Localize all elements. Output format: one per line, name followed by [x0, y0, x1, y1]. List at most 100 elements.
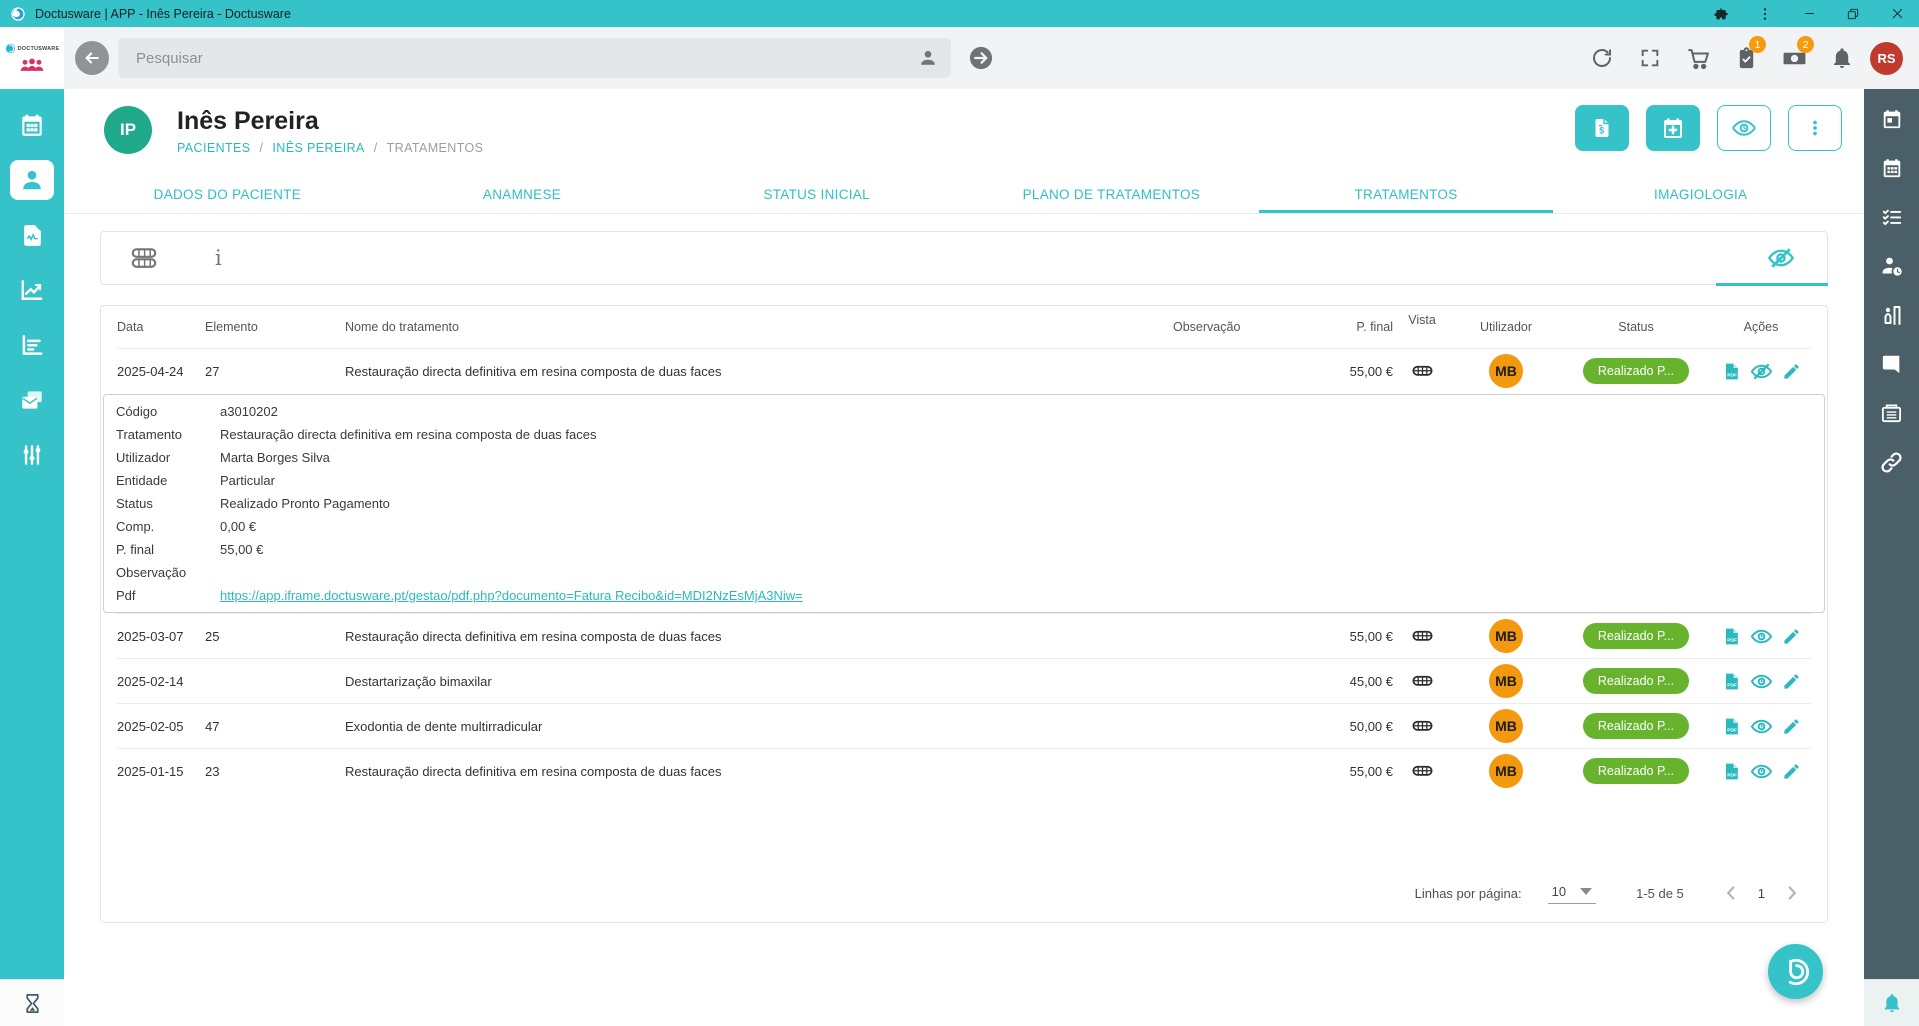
back-button[interactable]	[75, 41, 109, 75]
sidebar-item-tasks[interactable]	[1874, 205, 1910, 229]
edit-pencil-icon[interactable]	[1782, 717, 1801, 736]
detail-field-label: Entidade	[116, 473, 220, 488]
tab-dados-do-paciente[interactable]: DADOS DO PACIENTE	[80, 178, 375, 213]
tab-status-inicial[interactable]: STATUS INICIAL	[669, 178, 964, 213]
more-options-button[interactable]	[1788, 105, 1842, 151]
edit-pencil-icon[interactable]	[1782, 762, 1801, 781]
cash-icon[interactable]: 2	[1774, 38, 1814, 78]
kiosk-icon	[1880, 303, 1904, 327]
search-input[interactable]	[118, 50, 951, 67]
view-icon[interactable]	[1750, 625, 1773, 648]
cart-icon[interactable]	[1678, 38, 1718, 78]
line-chart-icon	[19, 277, 45, 303]
add-appointment-button[interactable]	[1646, 105, 1700, 151]
rows-per-page-select[interactable]: 10	[1548, 882, 1596, 904]
user-badge: MB	[1489, 354, 1523, 388]
table-row[interactable]: 2025-03-07 25 Restauração directa defini…	[117, 613, 1811, 658]
sidebar-item-messages[interactable]	[10, 380, 54, 420]
vista-cell[interactable]	[1393, 625, 1451, 648]
breadcrumb-patient-name[interactable]: INÊS PEREIRA	[272, 141, 364, 155]
pagination-range: 1-5 de 5	[1636, 886, 1684, 901]
vista-cell[interactable]	[1393, 760, 1451, 783]
tab-plano-de-tratamentos[interactable]: PLANO DE TRATAMENTOS	[964, 178, 1259, 213]
brand-name: DOCTUSWARE	[18, 46, 60, 52]
previous-page-icon[interactable]	[1720, 882, 1742, 904]
table-row[interactable]: 2025-02-14 Destartarização bimaxilar 45,…	[117, 658, 1811, 703]
pdf-icon[interactable]: PDF	[1722, 717, 1741, 736]
watch-button[interactable]	[1717, 105, 1771, 151]
next-page-icon[interactable]	[1781, 882, 1803, 904]
close-button[interactable]	[1875, 0, 1919, 27]
status-badge: Realizado P...	[1583, 358, 1689, 384]
clipboard-check-icon[interactable]: 1	[1726, 38, 1766, 78]
pdf-link[interactable]: https://app.iframe.doctusware.pt/gestao/…	[220, 588, 803, 603]
pdf-icon[interactable]: PDF	[1722, 672, 1741, 691]
fullscreen-icon[interactable]	[1630, 38, 1670, 78]
col-observacao: Observação	[1173, 320, 1293, 334]
table-header: Data Elemento Nome do tratamento Observa…	[117, 306, 1811, 348]
hourglass-icon[interactable]	[21, 992, 44, 1015]
sidebar-item-fax[interactable]	[1874, 401, 1910, 425]
sidebar-item-day-schedule[interactable]	[1874, 107, 1910, 131]
calendar-plus-icon	[1661, 116, 1685, 140]
edit-pencil-icon[interactable]	[1782, 627, 1801, 646]
notifications-bell-icon[interactable]	[1881, 992, 1903, 1014]
edit-pencil-icon[interactable]	[1782, 362, 1801, 381]
sidebar-item-chat[interactable]	[1874, 352, 1910, 376]
detail-field-label: P. final	[116, 542, 220, 557]
doctusware-logo-icon	[1779, 955, 1813, 989]
restore-button[interactable]	[1831, 0, 1875, 27]
user-avatar[interactable]: RS	[1870, 42, 1903, 75]
sidebar-item-reports[interactable]	[10, 325, 54, 365]
detail-fields: Código a3010202 Tratamento Restauração d…	[116, 400, 1812, 607]
view-icon[interactable]	[1750, 760, 1773, 783]
pdf-icon[interactable]: PDF	[1722, 762, 1741, 781]
current-page: 1	[1758, 886, 1765, 901]
sidebar-item-month-schedule[interactable]	[1874, 156, 1910, 180]
denture-icon	[1411, 760, 1434, 783]
tab-tratamentos[interactable]: TRATAMENTOS	[1259, 178, 1554, 213]
edit-pencil-icon[interactable]	[1782, 672, 1801, 691]
info-icon[interactable]: i	[215, 248, 222, 268]
pdf-icon[interactable]: PDF	[1722, 627, 1741, 646]
view-off-icon[interactable]	[1750, 360, 1773, 383]
detail-field-value: Realizado Pronto Pagamento	[220, 496, 390, 511]
table-row[interactable]: 2025-04-24 27 Restauração directa defini…	[117, 348, 1811, 393]
table-row[interactable]: 2025-01-15 23 Restauração directa defini…	[117, 748, 1811, 793]
view-icon[interactable]	[1750, 670, 1773, 693]
tab-anamnese[interactable]: ANAMNESE	[375, 178, 670, 213]
vista-cell[interactable]	[1393, 360, 1451, 383]
go-arrow-icon[interactable]	[967, 44, 995, 72]
browser-menu-icon[interactable]	[1743, 0, 1787, 27]
tab-imagiologia[interactable]: IMAGIOLOGIA	[1553, 178, 1848, 213]
breadcrumb-patients[interactable]: PACIENTES	[177, 141, 251, 155]
pdf-icon[interactable]: PDF	[1722, 362, 1741, 381]
table-row[interactable]: 2025-02-05 47 Exodontia de dente multirr…	[117, 703, 1811, 748]
sidebar-item-waiting-patients[interactable]	[1874, 254, 1910, 278]
sidebar-item-rooms[interactable]	[1874, 303, 1910, 327]
extensions-icon[interactable]	[1699, 0, 1743, 27]
doctusware-fab[interactable]	[1768, 944, 1823, 999]
svg-text:PDF: PDF	[1727, 372, 1737, 378]
vista-cell[interactable]	[1393, 715, 1451, 738]
view-icon[interactable]	[1750, 715, 1773, 738]
treatment-price: 55,00 €	[1293, 764, 1393, 779]
invoice-button[interactable]: $	[1575, 105, 1629, 151]
treatment-detail-panel: Código a3010202 Tratamento Restauração d…	[103, 394, 1825, 613]
person-search-icon[interactable]	[917, 47, 939, 69]
toolbar-active-indicator	[1716, 283, 1828, 286]
vista-cell[interactable]	[1393, 670, 1451, 693]
minimize-button[interactable]	[1787, 0, 1831, 27]
refresh-icon[interactable]	[1582, 38, 1622, 78]
sidebar-item-clinical-records[interactable]	[10, 215, 54, 255]
sidebar-item-links[interactable]	[1874, 450, 1910, 474]
sidebar-item-settings[interactable]	[10, 435, 54, 475]
toggle-visibility-icon[interactable]	[1767, 244, 1795, 272]
sidebar-item-patients[interactable]	[10, 160, 54, 200]
user-badge: MB	[1489, 664, 1523, 698]
bell-icon[interactable]	[1822, 38, 1862, 78]
sidebar-item-statistics[interactable]	[10, 270, 54, 310]
sidebar-item-calendar[interactable]	[10, 105, 54, 145]
treatments-table: Data Elemento Nome do tratamento Observa…	[100, 305, 1828, 923]
denture-view-icon[interactable]	[129, 243, 159, 273]
